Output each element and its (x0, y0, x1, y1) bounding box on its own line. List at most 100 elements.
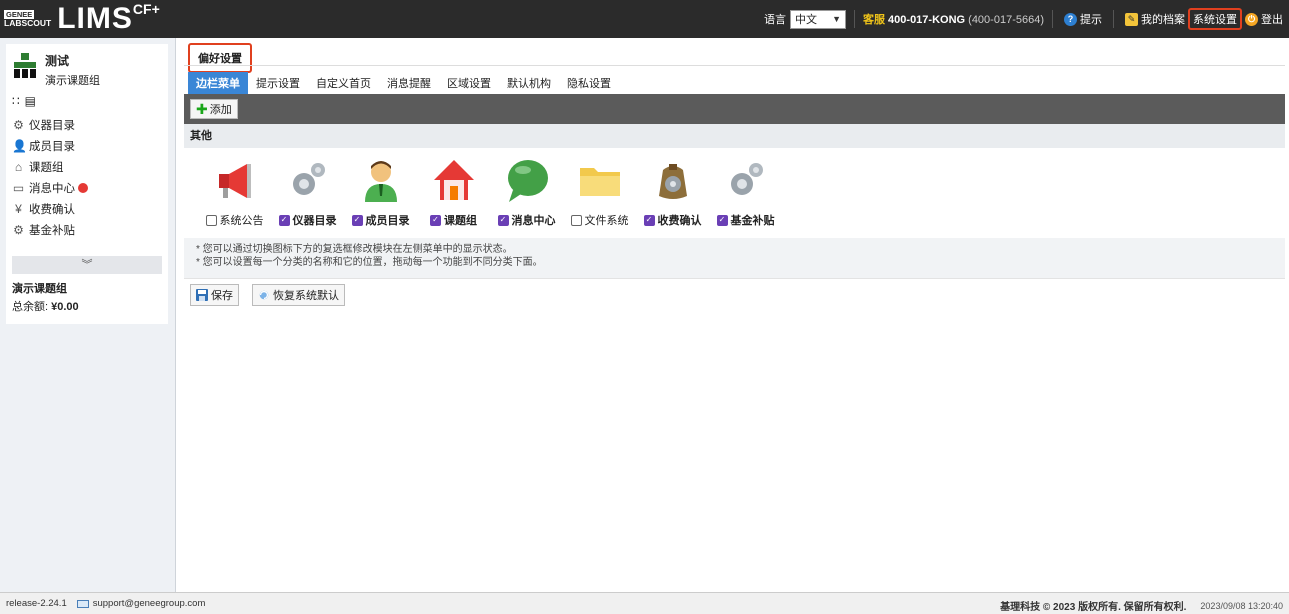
product-name: LIMS (57, 2, 133, 35)
balance-card: 演示课题组 总余额: ¥0.00 (6, 274, 168, 324)
module-item[interactable]: ✓ 消息中心 (490, 156, 563, 228)
logout-label: 登出 (1261, 14, 1283, 26)
tab-custom-home[interactable]: 自定义首页 (308, 72, 379, 94)
module-checkbox[interactable]: ✓ (716, 214, 728, 226)
sidebar-item-messages[interactable]: ▭ 消息中心 (12, 177, 88, 198)
tab-sidebar-menu[interactable]: 边栏菜单 (188, 72, 248, 94)
mail-icon (76, 599, 89, 608)
module-list: 系统公告 ✓ 仪器目录 ✓ 成员目录 ✓ 课题组 ✓ 消息中心 文件系统 ✓ 收… (198, 156, 782, 228)
expand-menu-button[interactable]: ︾ (12, 256, 162, 274)
sidebar-item-label: 课题组 (29, 161, 64, 174)
top-right-menu: 语言 中文 ▼ 客服 400-017-KONG (400-017-5664) ?… (764, 0, 1289, 38)
divider (1113, 10, 1114, 28)
sidebar-item-members[interactable]: 👤 成员目录 (12, 135, 88, 156)
main-content: 偏好设置 边栏菜单 提示设置 自定义首页 消息提醒 区域设置 默认机构 隐私设置… (184, 38, 1285, 588)
module-checkbox[interactable]: ✓ (497, 214, 509, 226)
restore-icon (259, 290, 269, 300)
group-logo-icon (14, 53, 36, 78)
release-version: release-2.24.1 (6, 598, 67, 609)
sidebar-item-instruments[interactable]: ⚙ 仪器目录 (12, 114, 88, 135)
tab-privacy[interactable]: 隐私设置 (559, 72, 619, 94)
save-button[interactable]: 保存 (190, 284, 239, 306)
group-header[interactable]: 测试 演示课题组 (12, 52, 100, 88)
moneybag-icon (658, 164, 687, 199)
top-bar: GENEE LABSCOUT LIMS CF+ 语言 中文 ▼ 客服 400-0… (0, 0, 1289, 38)
tab-region[interactable]: 区域设置 (439, 72, 499, 94)
language-select[interactable]: 中文 ▼ (789, 9, 846, 29)
divider (1052, 10, 1053, 28)
profile-link[interactable]: ✎ 我的档案 (1122, 9, 1188, 29)
restore-button-label: 恢复系统默认 (273, 290, 339, 302)
module-checkbox[interactable] (205, 214, 217, 226)
sidebar-item-label: 仪器目录 (29, 119, 75, 132)
support-phone: 400-017-KONG (888, 14, 966, 26)
restore-default-button[interactable]: 恢复系统默认 (252, 284, 345, 306)
module-item[interactable]: ✓ 课题组 (417, 156, 490, 228)
unread-badge (78, 182, 88, 193)
gears-icon (292, 163, 325, 195)
folder-icon (579, 168, 620, 196)
grid-view-icon[interactable]: ∷ (12, 94, 20, 108)
sidebar-item-groups[interactable]: ⌂ 课题组 (12, 156, 88, 177)
add-button-label: 添加 (209, 104, 232, 116)
logout-link[interactable]: ⏻ 登出 (1242, 9, 1286, 29)
footer: release-2.24.1 support@geneegroup.com 基理… (0, 592, 1289, 614)
balance-group-name: 演示课题组 (12, 283, 67, 295)
save-button-label: 保存 (211, 290, 233, 302)
tab-notifications[interactable]: 消息提醒 (379, 72, 439, 94)
group-name: 测试 (45, 54, 70, 68)
group-card: 测试 演示课题组 ∷ ▤ ⚙ 仪器目录 👤 成员目录 ⌂ 课题组 ▭ 消息中心 … (6, 44, 168, 294)
settings-link[interactable]: 系统设置 (1188, 8, 1242, 30)
product-edition: CF+ (132, 1, 160, 17)
labscout-label: LABSCOUT (4, 18, 52, 28)
chevron-double-down-icon: ︾ (81, 259, 93, 271)
person-icon (364, 161, 397, 202)
support-label: 客服 (862, 14, 885, 26)
module-checkbox[interactable]: ✓ (643, 214, 655, 226)
module-item[interactable]: ✓ 仪器目录 (271, 156, 344, 228)
toolbar: ✚ 添加 (184, 94, 1285, 124)
tab-default-org[interactable]: 默认机构 (499, 72, 559, 94)
home-icon: ⌂ (14, 159, 23, 174)
chat-bubble-icon (507, 160, 548, 202)
power-icon: ⏻ (1245, 12, 1258, 26)
module-item[interactable]: ✓ 成员目录 (344, 156, 417, 228)
divider (184, 65, 1285, 66)
module-item[interactable]: ✓ 基金补贴 (709, 156, 782, 228)
gear-icon: ⚙ (13, 222, 24, 237)
module-checkbox[interactable]: ✓ (430, 214, 441, 226)
list-view-icon[interactable]: ▤ (25, 94, 36, 108)
sidebar-item-label: 消息中心 (29, 182, 75, 195)
help-link[interactable]: ? 提示 (1061, 9, 1105, 29)
yen-icon: ¥ (15, 201, 22, 216)
module-checkbox[interactable]: ✓ (278, 214, 290, 226)
language-label: 语言 (763, 14, 786, 26)
module-label: 基金补贴 (730, 215, 775, 227)
profile-label: 我的档案 (1141, 14, 1185, 26)
module-label: 文件系统 (584, 215, 629, 227)
tab-tips[interactable]: 提示设置 (248, 72, 308, 94)
chat-icon: ▭ (12, 180, 25, 195)
dropdown-arrow-icon: ▼ (832, 14, 841, 24)
module-checkbox[interactable] (570, 214, 582, 226)
module-item[interactable]: ✓ 收费确认 (636, 156, 709, 228)
module-label: 系统公告 (219, 215, 264, 227)
view-toggle: ∷ ▤ (12, 94, 36, 108)
module-label: 成员目录 (365, 215, 410, 227)
module-label: 仪器目录 (292, 215, 337, 227)
section-title[interactable]: 其他 (184, 124, 1285, 148)
group-subtitle: 演示课题组 (45, 75, 100, 87)
brand-logo[interactable]: GENEE LABSCOUT LIMS CF+ (4, 1, 160, 35)
module-item[interactable]: 系统公告 (198, 156, 271, 228)
add-button[interactable]: ✚ 添加 (190, 99, 238, 119)
module-item[interactable]: 文件系统 (563, 156, 636, 228)
sidebar-item-funds[interactable]: ⚙ 基金补贴 (12, 219, 88, 240)
gears-icon (730, 163, 763, 195)
settings-tabs: 边栏菜单 提示设置 自定义首页 消息提醒 区域设置 默认机构 隐私设置 (188, 72, 619, 94)
page-title[interactable]: 偏好设置 (188, 43, 252, 73)
balance-value: ¥0.00 (51, 301, 79, 313)
support-email-link[interactable]: support@geneegroup.com (93, 598, 206, 609)
module-checkbox[interactable]: ✓ (351, 214, 363, 226)
sidebar-item-billing[interactable]: ¥ 收费确认 (12, 198, 88, 219)
settings-label: 系统设置 (1193, 14, 1237, 26)
